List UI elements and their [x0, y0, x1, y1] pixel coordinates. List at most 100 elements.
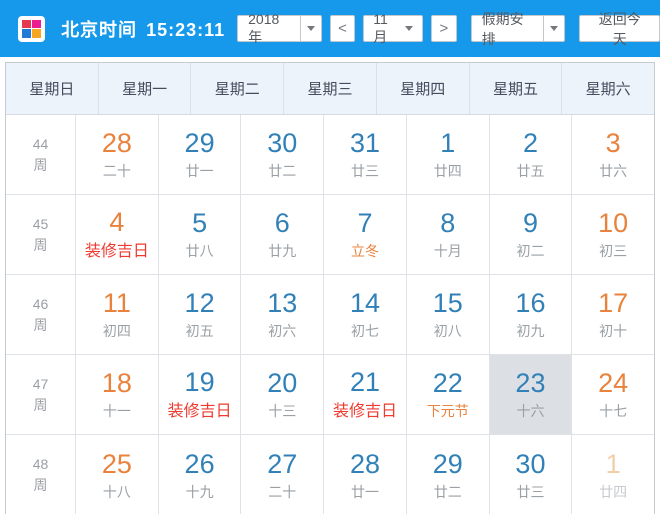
day-cell[interactable]: 9初二 — [490, 195, 573, 274]
day-number: 14 — [350, 289, 380, 319]
day-number: 11 — [103, 289, 131, 319]
day-number: 10 — [598, 209, 628, 239]
day-lunar-label: 立冬 — [351, 244, 379, 259]
day-lunar-label: 装修吉日 — [85, 243, 149, 261]
prev-month-button[interactable]: < — [330, 15, 355, 42]
day-lunar-label: 廿八 — [186, 244, 214, 259]
day-cell[interactable]: 3 廿六 — [572, 115, 654, 194]
year-select-value[interactable]: 2018年 — [238, 16, 299, 41]
next-month-button[interactable]: > — [431, 15, 456, 42]
day-cell[interactable]: 25十八 — [76, 435, 159, 514]
weekday-header: 星期日 — [6, 63, 99, 114]
day-number: 28 — [350, 450, 380, 480]
calendar-table: 星期日星期一星期二星期三星期四星期五星期六 44周28二十29廿一30廿二31廿… — [5, 62, 655, 514]
day-lunar-label: 初五 — [186, 324, 214, 339]
day-lunar-label: 廿二 — [434, 485, 462, 500]
day-number: 24 — [598, 369, 628, 399]
day-cell[interactable]: 21装修吉日 — [324, 355, 407, 434]
day-number: 2 — [523, 129, 538, 159]
holiday-schedule-label[interactable]: 假期安排 — [472, 16, 544, 41]
day-lunar-label: 初四 — [103, 324, 131, 339]
day-number: 9 — [523, 209, 538, 239]
day-number: 6 — [275, 209, 290, 239]
day-cell[interactable]: 12初五 — [159, 275, 242, 354]
day-lunar-label: 二十 — [103, 164, 131, 179]
day-number: 3 — [606, 129, 621, 159]
day-lunar-label: 初七 — [351, 324, 379, 339]
day-number: 19 — [185, 368, 215, 398]
day-cell[interactable]: 13初六 — [241, 275, 324, 354]
day-lunar-label: 初八 — [434, 324, 462, 339]
day-cell[interactable]: 24 十七 — [572, 355, 654, 434]
calendar-body: 44周28二十29廿一30廿二31廿三1廿四2廿五3廿六45周4装修吉日5廿八6… — [6, 115, 654, 514]
day-cell[interactable]: 18十一 — [76, 355, 159, 434]
day-lunar-label: 十三 — [268, 404, 296, 419]
day-lunar-label: 廿三 — [351, 164, 379, 179]
day-cell[interactable]: 28二十 — [76, 115, 159, 194]
month-select-value[interactable]: 11月 — [373, 11, 399, 47]
day-cell[interactable]: 29廿一 — [159, 115, 242, 194]
holiday-schedule-select[interactable]: 假期安排 — [471, 15, 566, 42]
day-cell[interactable]: 1廿四 — [407, 115, 490, 194]
calendar-week-row: 48周25十八26十九27二十28廿一29廿二30廿三1廿四 — [6, 435, 654, 514]
day-number: 8 — [440, 209, 455, 239]
day-lunar-label: 初十 — [599, 324, 627, 339]
day-cell[interactable]: 22下元节 — [407, 355, 490, 434]
day-cell[interactable]: 27二十 — [241, 435, 324, 514]
day-cell[interactable]: 26十九 — [159, 435, 242, 514]
year-chevron-down-icon[interactable] — [300, 16, 321, 41]
day-cell[interactable]: 8 十月 — [407, 195, 490, 274]
day-cell[interactable]: 17 初十 — [572, 275, 654, 354]
day-cell[interactable]: 6 廿九 — [241, 195, 324, 274]
holiday-chevron-down-icon[interactable] — [543, 16, 564, 41]
day-cell[interactable]: 30廿三 — [490, 435, 573, 514]
day-lunar-label: 廿四 — [599, 485, 627, 500]
day-lunar-label: 廿六 — [599, 164, 627, 179]
day-lunar-label: 十月 — [434, 244, 462, 259]
back-to-today-button[interactable]: 返回今天 — [579, 15, 660, 42]
day-cell[interactable]: 28廿一 — [324, 435, 407, 514]
day-lunar-label: 廿九 — [268, 244, 296, 259]
day-lunar-label: 十七 — [599, 404, 627, 419]
weekday-header: 星期六 — [562, 63, 654, 114]
day-cell-selected[interactable]: 23十六 — [490, 355, 573, 434]
day-number: 4 — [109, 208, 124, 238]
day-lunar-label: 廿二 — [268, 164, 296, 179]
day-lunar-label: 初九 — [516, 324, 544, 339]
day-cell[interactable]: 20十三 — [241, 355, 324, 434]
toolbar-controls: 2018年 < 11月 > 假期安排 返回今天 — [237, 15, 660, 42]
day-lunar-label: 装修吉日 — [333, 403, 397, 421]
year-select[interactable]: 2018年 — [237, 15, 322, 42]
day-cell[interactable]: 10 初三 — [572, 195, 654, 274]
weekday-header: 星期四 — [377, 63, 470, 114]
day-cell[interactable]: 14 初七 — [324, 275, 407, 354]
day-cell[interactable]: 16初九 — [490, 275, 573, 354]
day-cell[interactable]: 7 立冬 — [324, 195, 407, 274]
day-lunar-label: 十八 — [103, 485, 131, 500]
weekday-header: 星期五 — [470, 63, 563, 114]
day-number: 30 — [267, 129, 297, 159]
day-cell[interactable]: 29廿二 — [407, 435, 490, 514]
day-cell[interactable]: 2廿五 — [490, 115, 573, 194]
day-number: 1 — [606, 450, 621, 480]
day-cell[interactable]: 31 廿三 — [324, 115, 407, 194]
day-cell[interactable]: 11 初四 — [76, 275, 159, 354]
day-number: 23 — [515, 369, 545, 399]
day-lunar-label: 初三 — [599, 244, 627, 259]
day-cell[interactable]: 30 廿二 — [241, 115, 324, 194]
month-select[interactable]: 11月 — [363, 15, 423, 42]
day-number: 22 — [433, 369, 463, 399]
day-cell[interactable]: 15初八 — [407, 275, 490, 354]
day-number: 31 — [350, 129, 380, 159]
day-cell[interactable]: 4 装修吉日 — [76, 195, 159, 274]
day-lunar-label: 装修吉日 — [168, 403, 232, 421]
weekday-header: 星期一 — [99, 63, 192, 114]
day-number: 26 — [185, 450, 215, 480]
day-cell[interactable]: 1 廿四 — [572, 435, 654, 514]
day-number: 17 — [598, 289, 628, 319]
day-cell[interactable]: 5廿八 — [159, 195, 242, 274]
day-number: 7 — [358, 209, 373, 239]
clock-title: 北京时间 15:23:11 — [61, 16, 225, 42]
day-lunar-label: 廿四 — [434, 164, 462, 179]
day-cell[interactable]: 19 装修吉日 — [159, 355, 242, 434]
